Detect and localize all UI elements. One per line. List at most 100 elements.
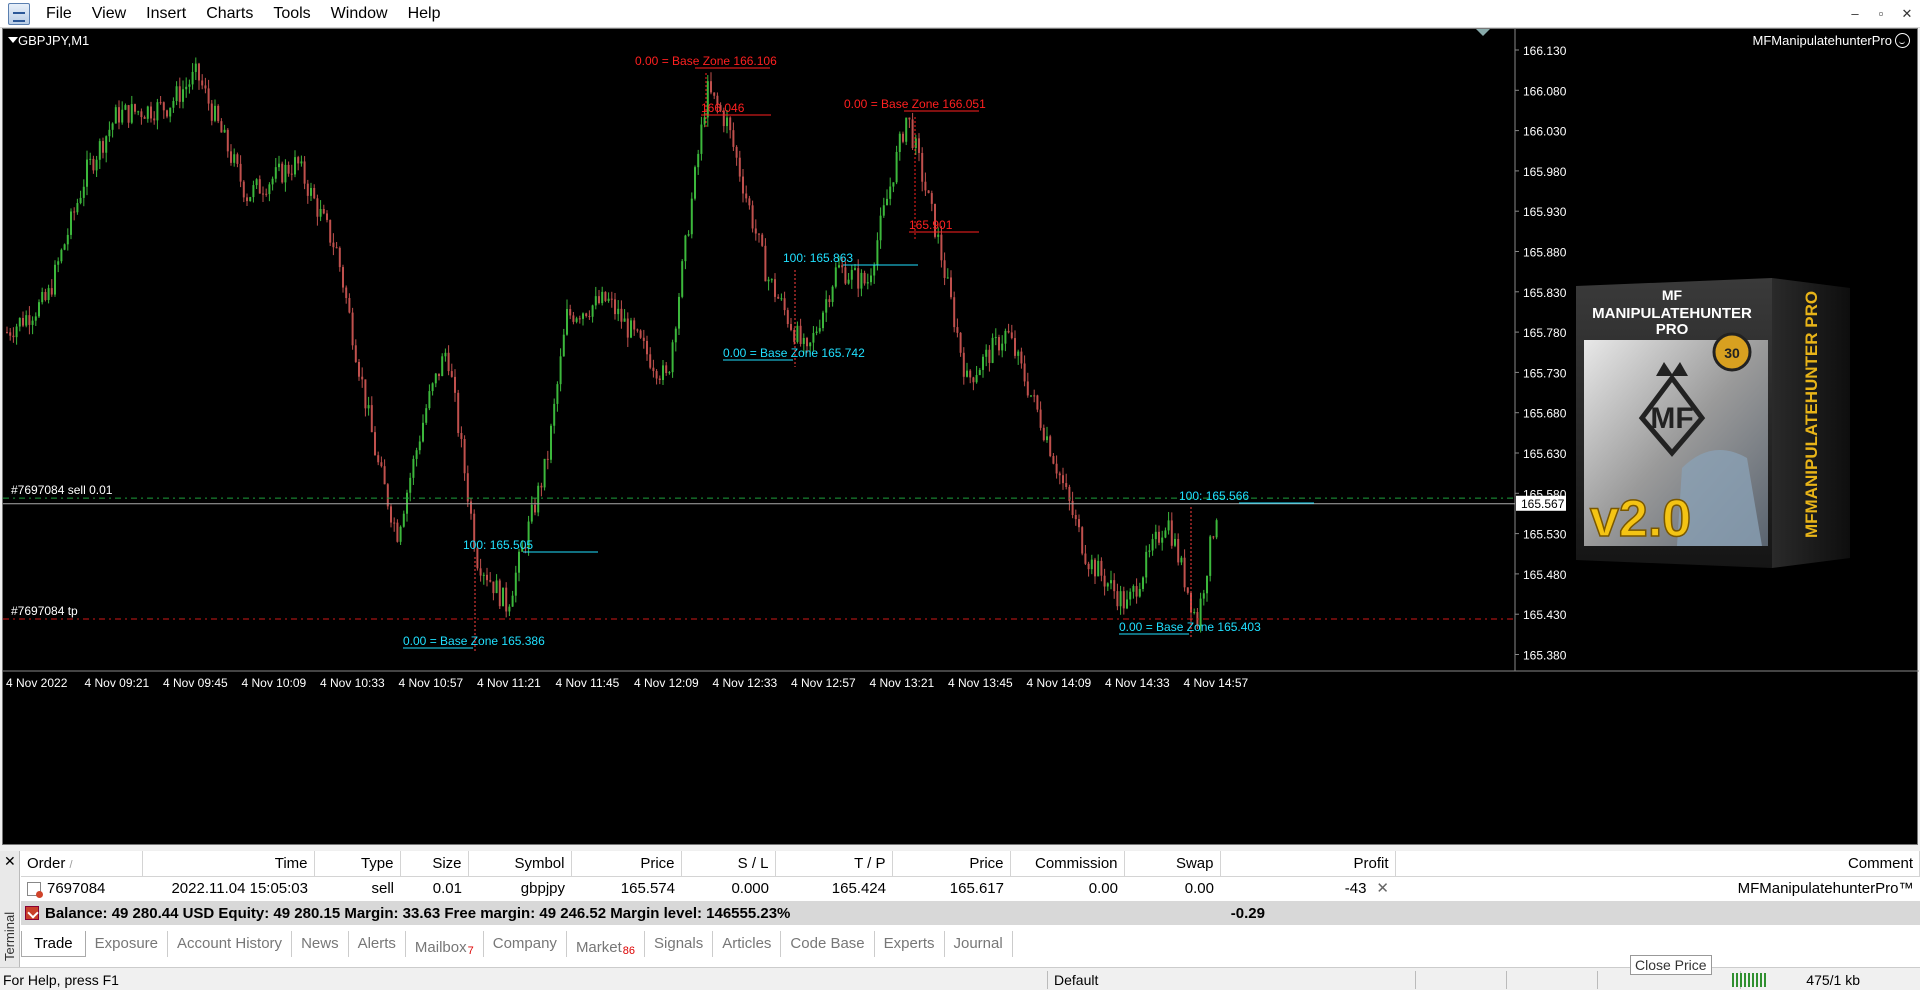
candle-body (886, 198, 888, 206)
status-profile[interactable]: Default (1054, 972, 1098, 988)
candle-body (646, 340, 648, 355)
menu-charts[interactable]: Charts (196, 0, 263, 28)
candle-body (47, 288, 50, 301)
candle-body (130, 104, 133, 123)
candle-body (578, 318, 581, 320)
chart-shift-handle-icon[interactable] (1476, 29, 1490, 36)
app-icon[interactable] (8, 2, 30, 25)
candle-body (98, 141, 101, 160)
menu-tools[interactable]: Tools (263, 0, 320, 28)
candle-body (598, 296, 600, 304)
zone-label: 0.00 = Base Zone 165.403 (1119, 620, 1261, 634)
candle-body (876, 240, 879, 265)
col-order[interactable]: Order / (21, 851, 143, 877)
candle-body (700, 124, 703, 154)
close-order-icon[interactable]: ✕ (1376, 879, 1389, 897)
candle-body (572, 315, 575, 322)
candle-body (233, 154, 236, 163)
restore-icon[interactable]: ▫ (1868, 0, 1894, 28)
tab-alerts[interactable]: Alerts (349, 931, 406, 957)
candle-body (764, 245, 767, 282)
tab-signals[interactable]: Signals (645, 931, 714, 957)
candle-body (665, 365, 668, 374)
tab-trade[interactable]: Trade (21, 931, 86, 957)
col-symbol[interactable]: Symbol (468, 851, 572, 877)
col-size[interactable]: Size (400, 851, 469, 877)
col-tp[interactable]: T / P (775, 851, 893, 877)
col-swap[interactable]: Swap (1124, 851, 1221, 877)
col-profit[interactable]: Profit (1220, 851, 1396, 877)
candle-body (1023, 363, 1026, 382)
candle-body (1106, 583, 1109, 587)
candle-body (738, 157, 741, 177)
tab-company[interactable]: Company (484, 931, 567, 957)
menu-help[interactable]: Help (398, 0, 451, 28)
menu-window[interactable]: Window (321, 0, 398, 28)
candle-body (950, 277, 952, 298)
tab-experts[interactable]: Experts (875, 931, 945, 957)
candle-body (748, 198, 751, 206)
col-commission[interactable]: Commission (1010, 851, 1125, 877)
tab-code-base[interactable]: Code Base (781, 931, 875, 957)
time-tick-label: 4 Nov 12:09 (634, 676, 699, 690)
candle-body (870, 275, 872, 283)
product-box-image: 30 MF MANIPULATEHUNTER PRO MF v2.0 MFMAN… (1576, 278, 1850, 568)
candle-body (930, 193, 933, 204)
candle-body (502, 587, 504, 607)
candle-body (1110, 580, 1112, 584)
minimize-icon[interactable]: – (1842, 0, 1868, 28)
candle-body (866, 282, 869, 284)
tab-exposure[interactable]: Exposure (86, 931, 169, 957)
candle-body (1209, 536, 1212, 576)
col-open-price[interactable]: Price (571, 851, 682, 877)
candle-body (962, 352, 965, 377)
candle-body (223, 129, 226, 133)
table-row[interactable]: 7697084 2022.11.04 15:05:03 sell 0.01 gb… (21, 876, 1920, 900)
tab-mailbox[interactable]: Mailbox7 (406, 931, 484, 957)
candle-body (588, 316, 591, 318)
terminal-close-icon[interactable]: ✕ (4, 853, 16, 870)
time-tick-label: 4 Nov 10:33 (320, 676, 385, 690)
col-current-price[interactable]: Price (892, 851, 1011, 877)
time-tick-label: 4 Nov 10:57 (399, 676, 464, 690)
tab-news[interactable]: News (292, 931, 349, 957)
candle-body (76, 203, 79, 213)
sell-order-icon (27, 881, 43, 898)
menu-file[interactable]: File (36, 0, 82, 28)
candle-body (1154, 531, 1157, 540)
col-comment[interactable]: Comment (1395, 851, 1920, 877)
candle-body (623, 318, 626, 322)
tab-account-history[interactable]: Account History (168, 931, 293, 957)
candle-body (540, 485, 543, 488)
cell-order: 7697084 (21, 876, 142, 900)
candle-body (1135, 586, 1138, 597)
tab-badge: 86 (622, 945, 636, 957)
candle-body (1202, 593, 1205, 599)
cell-commission: 0.00 (1088, 879, 1118, 897)
candle-body (1142, 577, 1144, 589)
candle-body (802, 338, 805, 344)
col-sl[interactable]: S / L (681, 851, 776, 877)
candle-body (495, 580, 498, 594)
candle-body (370, 405, 373, 433)
tab-journal[interactable]: Journal (945, 931, 1013, 957)
tab-articles[interactable]: Articles (713, 931, 782, 957)
close-icon[interactable]: ✕ (1894, 0, 1920, 28)
symbol-dropdown-icon[interactable] (8, 37, 18, 43)
tab-market[interactable]: Market86 (567, 931, 646, 957)
candle-body (911, 119, 914, 148)
candle-body (1148, 550, 1151, 552)
price-tick-label: 165.830 (1523, 286, 1567, 300)
col-time[interactable]: Time (142, 851, 315, 877)
candle-body (940, 234, 943, 261)
cell-profit: -43 ✕ (1344, 879, 1389, 898)
candle-body (953, 297, 956, 328)
col-type[interactable]: Type (314, 851, 401, 877)
candle-body (895, 151, 898, 183)
menu-view[interactable]: View (82, 0, 136, 28)
menu-insert[interactable]: Insert (136, 0, 196, 28)
candle-body (898, 133, 901, 152)
price-tick-label: 165.430 (1523, 608, 1567, 622)
candle-body (194, 63, 197, 72)
candle-body (671, 342, 674, 373)
